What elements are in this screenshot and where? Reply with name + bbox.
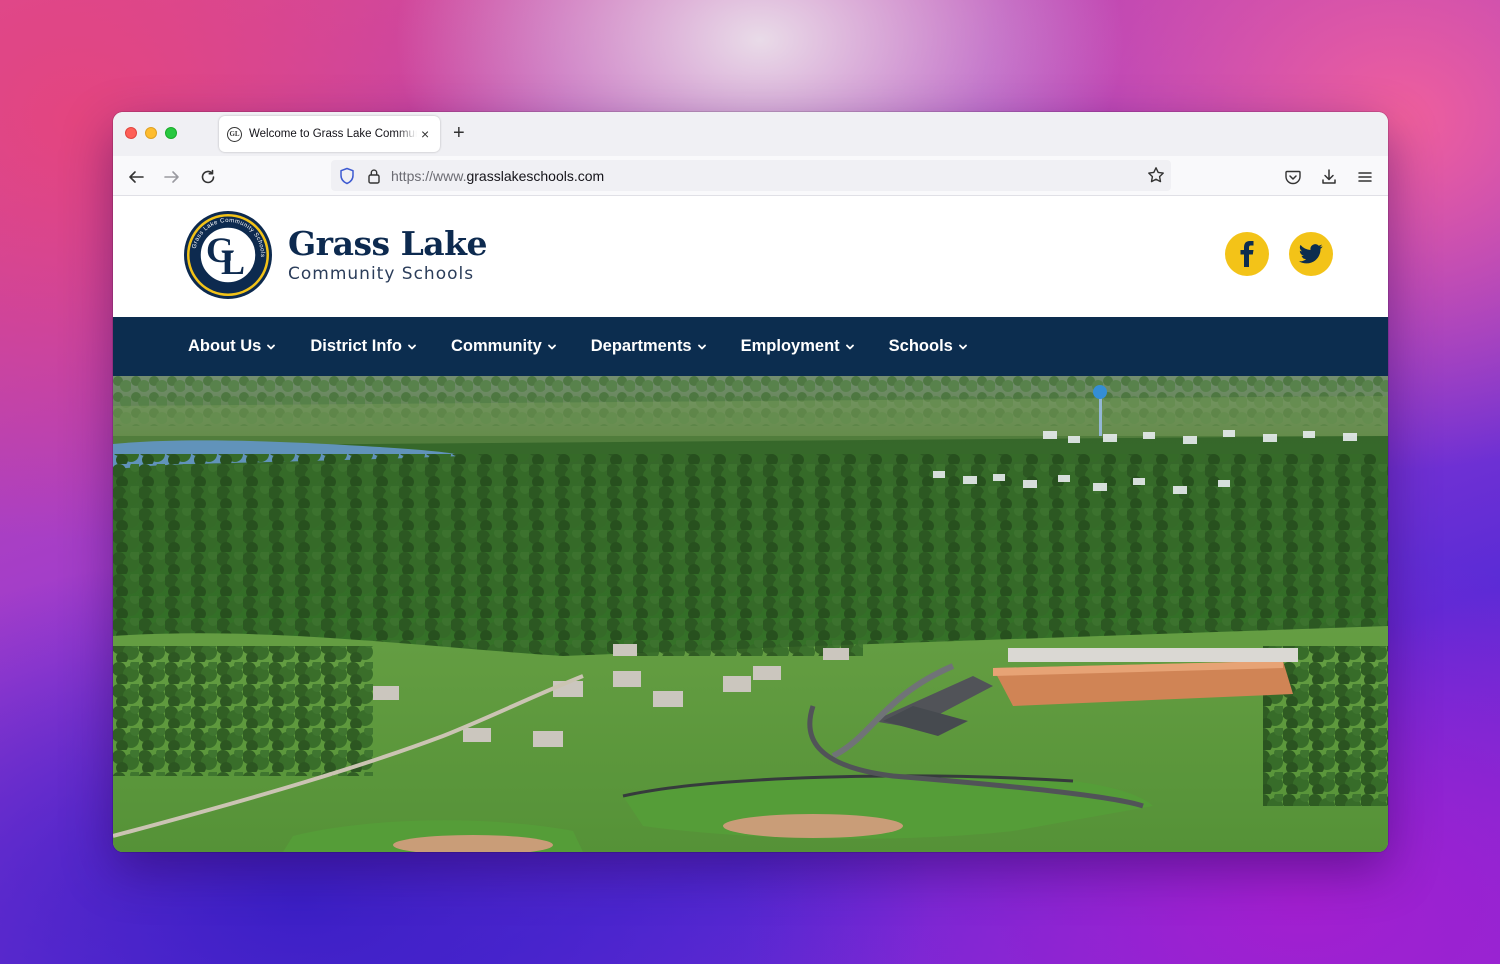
- minimize-window-button[interactable]: [145, 127, 157, 139]
- nav-employment[interactable]: Employment: [741, 337, 854, 356]
- address-bar[interactable]: https://www.grasslakeschools.com: [331, 160, 1171, 191]
- facebook-button[interactable]: [1225, 232, 1269, 276]
- nav-label: Departments: [590, 337, 692, 355]
- back-button[interactable]: [125, 166, 147, 188]
- chevron-down-icon: [697, 344, 706, 349]
- aerial-landscape-illustration: [113, 376, 1388, 852]
- url-text[interactable]: https://www.grasslakeschools.com: [391, 168, 604, 184]
- browser-tab[interactable]: GL Welcome to Grass Lake Community Schoo…: [219, 116, 440, 152]
- school-seal-logo[interactable]: Grass Lake Community Schools G L: [183, 210, 273, 300]
- url-prefix: https://www.: [391, 167, 467, 184]
- tab-strip: GL Welcome to Grass Lake Community Schoo…: [113, 112, 1388, 156]
- nav-label: Employment: [740, 337, 840, 355]
- url-domain: grasslakeschools.com: [466, 167, 605, 184]
- hero-aerial-image: [113, 376, 1388, 852]
- main-navigation: About Us District Info Community Departm…: [113, 317, 1388, 376]
- chevron-down-icon: [958, 344, 967, 349]
- close-window-button[interactable]: [125, 127, 137, 139]
- facebook-icon: [1240, 241, 1254, 267]
- zoom-window-button[interactable]: [165, 127, 177, 139]
- brand-title: Grass Lake: [288, 224, 488, 263]
- nav-label: District Info: [310, 337, 402, 355]
- chevron-down-icon: [845, 344, 854, 349]
- brand-name[interactable]: Grass Lake Community Schools: [288, 224, 488, 284]
- forward-button[interactable]: [161, 166, 183, 188]
- nav-community[interactable]: Community: [451, 337, 556, 356]
- arrow-right-icon: [164, 171, 179, 183]
- hamburger-menu-icon: [1358, 172, 1372, 182]
- download-icon: [1322, 169, 1336, 184]
- new-tab-button[interactable]: +: [453, 122, 465, 144]
- nav-label: Schools: [888, 337, 953, 355]
- tab-title: Welcome to Grass Lake Community Schools: [249, 128, 417, 140]
- chevron-down-icon: [547, 344, 556, 349]
- star-icon[interactable]: [1147, 166, 1165, 184]
- close-tab-icon[interactable]: ×: [421, 127, 429, 141]
- downloads-button[interactable]: [1318, 166, 1340, 188]
- twitter-icon: [1299, 244, 1323, 264]
- pocket-icon: [1285, 170, 1301, 185]
- navigation-toolbar: https://www.grasslakeschools.com: [113, 156, 1388, 196]
- nav-about-us[interactable]: About Us: [188, 337, 276, 356]
- site-header: Grass Lake Community Schools G L Grass L…: [113, 196, 1388, 317]
- chevron-down-icon: [267, 344, 276, 349]
- nav-label: Community: [451, 337, 542, 355]
- site-favicon-icon: GL: [227, 126, 242, 142]
- brand-subtitle: Community Schools: [288, 264, 475, 284]
- nav-schools[interactable]: Schools: [889, 337, 967, 356]
- arrow-left-icon: [129, 171, 144, 183]
- nav-departments[interactable]: Departments: [591, 337, 706, 356]
- app-menu-button[interactable]: [1354, 166, 1376, 188]
- pocket-button[interactable]: [1282, 166, 1304, 188]
- chevron-down-icon: [408, 344, 416, 349]
- nav-district-info[interactable]: District Info: [310, 337, 416, 356]
- lock-icon[interactable]: [367, 168, 381, 184]
- reload-icon: [201, 169, 215, 184]
- window-controls: [125, 127, 177, 139]
- browser-window: GL Welcome to Grass Lake Community Schoo…: [113, 112, 1388, 852]
- nav-label: About Us: [188, 337, 262, 355]
- reload-button[interactable]: [197, 166, 219, 188]
- twitter-button[interactable]: [1289, 232, 1333, 276]
- shield-icon[interactable]: [339, 167, 355, 185]
- svg-text:L: L: [221, 242, 245, 282]
